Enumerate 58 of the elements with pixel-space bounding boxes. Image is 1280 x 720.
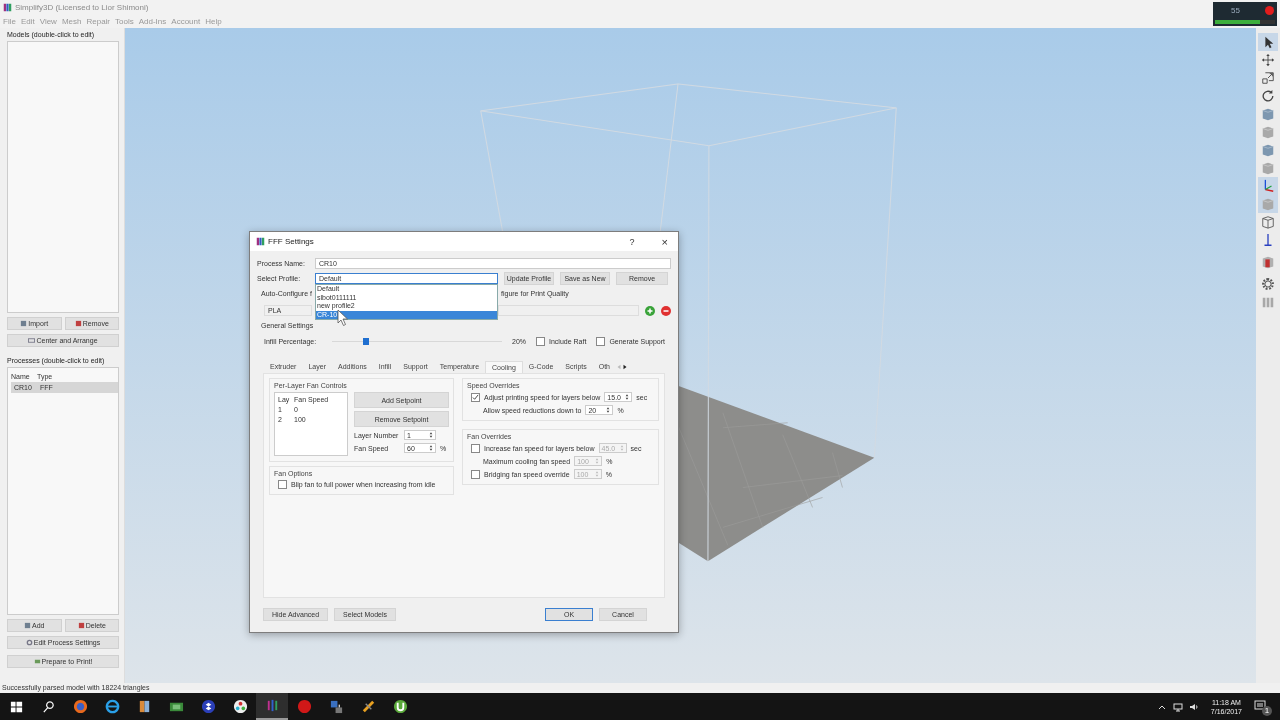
windows-icon xyxy=(8,699,24,714)
app-logo-icon xyxy=(3,2,12,12)
settings-icon xyxy=(25,639,33,646)
checkbox[interactable] xyxy=(471,392,480,402)
checkbox[interactable] xyxy=(596,337,606,346)
round-app-icon xyxy=(200,699,216,714)
spin-arrows-icon xyxy=(625,393,630,401)
spin-arrows-icon xyxy=(429,444,433,452)
section-cube-icon xyxy=(1261,255,1275,269)
lock-icon xyxy=(328,699,344,714)
spin-arrows-icon xyxy=(606,406,611,414)
dialog-title: FFF Settings xyxy=(268,237,315,246)
app-logo-icon xyxy=(256,237,265,246)
columns-icon xyxy=(1261,295,1275,309)
speaker-icon[interactable] xyxy=(1188,701,1199,712)
browser-icon xyxy=(104,699,120,714)
scale-icon xyxy=(1261,71,1275,85)
cube-icon xyxy=(77,622,85,629)
cube-icon xyxy=(1261,125,1275,139)
arrange-icon xyxy=(28,337,36,344)
plus-icon xyxy=(24,622,31,629)
remove-icon[interactable] xyxy=(661,305,671,316)
notification-count: 1 xyxy=(1262,705,1272,716)
toolbar-button[interactable] xyxy=(1258,177,1278,195)
wrench-icon xyxy=(360,699,376,714)
close-button[interactable]: × xyxy=(661,235,668,248)
recorder-reading: 55 xyxy=(1231,6,1240,15)
notifications-icon[interactable] xyxy=(1254,699,1266,712)
globe-icon xyxy=(72,699,88,714)
record-icon[interactable] xyxy=(1265,6,1274,15)
cube-icon xyxy=(1261,143,1275,157)
search-icon xyxy=(40,699,56,714)
cube-icon xyxy=(20,320,28,327)
scroll-right-icon[interactable] xyxy=(622,363,629,371)
cube-icon xyxy=(1261,107,1275,121)
help-button[interactable]: ? xyxy=(629,236,635,247)
add-icon[interactable] xyxy=(645,305,655,316)
torrent-icon xyxy=(392,699,408,714)
spin-arrows-icon xyxy=(429,431,433,439)
color-wheel-icon xyxy=(232,699,248,714)
cube-icon xyxy=(1261,197,1275,211)
spin-arrows-icon xyxy=(594,470,599,478)
toolbar-button[interactable] xyxy=(1258,33,1278,51)
move-icon xyxy=(1261,53,1275,67)
window-title: Simplify3D (Licensed to Lior Shimoni) xyxy=(15,2,149,12)
spin-arrows-icon xyxy=(619,444,624,452)
cube-icon xyxy=(1261,161,1275,175)
cube-icon xyxy=(74,320,82,327)
record-icon xyxy=(296,699,312,714)
rotate-icon xyxy=(1261,89,1275,103)
spin-arrows-icon xyxy=(595,457,600,465)
slider-thumb[interactable] xyxy=(363,338,369,345)
checkbox[interactable] xyxy=(536,337,545,346)
network-icon[interactable] xyxy=(1172,701,1183,712)
settings-icon xyxy=(1261,277,1275,291)
wireframe-cube-icon xyxy=(1261,215,1275,229)
checkbox[interactable] xyxy=(278,480,287,489)
print-icon xyxy=(33,658,41,665)
